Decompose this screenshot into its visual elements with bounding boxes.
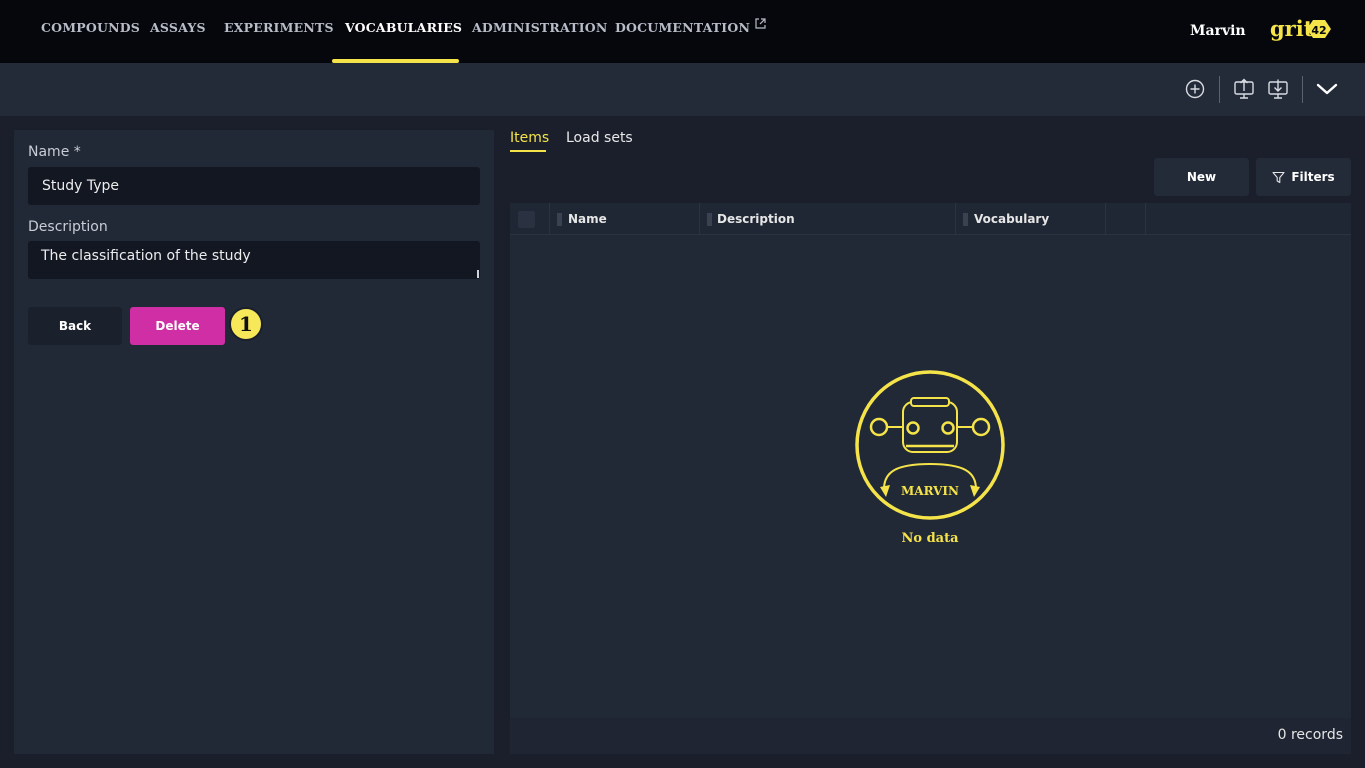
step-number-badge: 1 [229,307,263,341]
top-navigation: COMPOUNDS ASSAYS EXPERIMENTS VOCABULARIE… [0,0,1365,63]
grid-footer: 0 records [510,718,1351,754]
download-button[interactable] [1264,75,1292,103]
marvin-robot-icon: MARVIN [855,370,1005,520]
grid-header: Name Description Vocabulary [510,203,1351,235]
nav-assays[interactable]: ASSAYS [150,20,206,35]
column-header-description[interactable]: Description [700,203,956,235]
brand-logo: grit 42 [1270,16,1331,41]
mascot-label: MARVIN [901,484,959,498]
description-label: Description [28,219,108,235]
nav-compounds[interactable]: COMPOUNDS [41,20,140,35]
nav-vocabularies[interactable]: VOCABULARIES [345,20,462,35]
filter-icon [1272,171,1285,183]
resize-handle[interactable] [477,270,479,278]
chevron-down-icon [1316,83,1338,95]
filters-label: Filters [1291,170,1335,184]
new-button[interactable]: New [1154,158,1249,196]
column-header-name[interactable]: Name [550,203,700,235]
tab-items[interactable]: Items [510,130,549,146]
add-circle-icon [1185,79,1205,99]
delete-button[interactable]: Delete [130,307,225,345]
column-drag-handle[interactable] [963,213,968,226]
download-icon [1268,79,1288,99]
nav-documentation[interactable]: DOCUMENTATION [615,18,766,35]
toolbar-divider [1302,76,1303,103]
toolbar-divider [1219,76,1220,103]
toolbar [0,63,1365,116]
active-tab-indicator [510,150,546,152]
nav-administration[interactable]: ADMINISTRATION [472,20,608,35]
empty-state: MARVIN No data [854,369,1006,546]
column-header-actions [1106,203,1146,235]
upload-icon [1234,78,1254,99]
column-header-name-label: Name [568,212,607,226]
select-all-checkbox[interactable] [518,211,535,228]
tab-load-sets[interactable]: Load sets [566,130,633,146]
nav-documentation-label: DOCUMENTATION [615,20,751,35]
description-text: The classification of the study [41,248,251,264]
back-button[interactable]: Back [28,307,122,345]
column-header-description-label: Description [717,212,795,226]
no-data-text: No data [901,531,959,546]
nav-experiments[interactable]: EXPERIMENTS [224,20,334,35]
record-count: 0 records [1277,727,1343,743]
external-link-icon [755,18,766,29]
expand-menu-button[interactable] [1313,75,1341,103]
header-select-cell [510,203,550,235]
column-header-vocabulary[interactable]: Vocabulary [956,203,1106,235]
upload-button[interactable] [1230,75,1258,103]
name-input[interactable] [28,167,480,205]
description-textarea[interactable]: The classification of the study [28,241,480,279]
items-grid: Name Description Vocabulary MARVIN No da… [510,203,1351,754]
vocabulary-form-panel: Name * Description The classification of… [14,130,494,754]
column-drag-handle[interactable] [557,213,562,226]
add-button[interactable] [1181,75,1209,103]
column-drag-handle[interactable] [707,213,712,226]
brand-logo-badge: 42 [1311,24,1326,37]
column-header-vocabulary-label: Vocabulary [974,212,1050,226]
brand-logo-text: grit [1270,16,1314,41]
name-label: Name * [28,144,81,160]
filters-button[interactable]: Filters [1256,158,1351,196]
user-menu[interactable]: Marvin [1190,23,1246,39]
